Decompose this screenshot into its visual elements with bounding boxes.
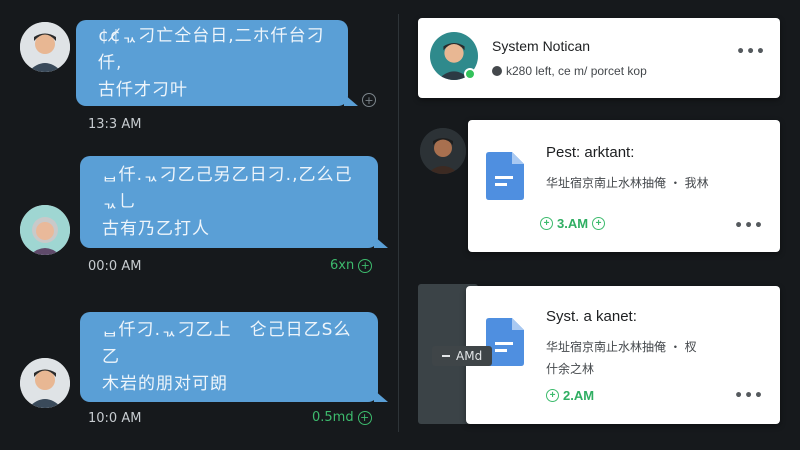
bubble-tail <box>374 236 388 248</box>
message-time: 00:0 AM <box>88 259 142 274</box>
avatar-sender-3[interactable] <box>20 358 70 408</box>
man-avatar-icon <box>20 22 70 72</box>
column-divider <box>398 14 399 432</box>
older-woman-avatar-icon <box>20 205 70 255</box>
lock-icon <box>492 66 502 76</box>
add-circle-icon: + <box>540 217 553 230</box>
message-text: 古有乃乙打人 <box>102 218 210 239</box>
bubble-tail <box>344 94 358 106</box>
notification-time: + 2.AM <box>546 388 594 403</box>
notification-title: Pest: arktant: <box>546 144 635 161</box>
notification-time-text: 3.AM <box>557 216 589 231</box>
add-circle-icon[interactable]: + <box>358 258 373 273</box>
online-status-dot <box>464 68 476 80</box>
message-text: ᆸ仟.ᆪ刁乙己另乙日刁.,乙么己ᆪ乚 <box>102 164 353 212</box>
message-text: 古仟才刁叶 <box>98 79 188 100</box>
avatar-sender-1[interactable] <box>20 22 70 72</box>
message-time: 13:3 AM <box>88 117 142 132</box>
notification-sender-avatar <box>420 128 466 174</box>
add-circle-icon: + <box>546 389 559 402</box>
add-circle-icon[interactable]: + <box>592 217 606 230</box>
more-options-icon[interactable]: ••• <box>736 44 766 60</box>
man-avatar-icon <box>20 358 70 408</box>
notification-body: 什余之林 <box>546 362 595 376</box>
add-reaction-icon[interactable]: + <box>362 93 376 107</box>
pill-label: AMd <box>456 349 483 363</box>
bubble-tail <box>374 390 388 402</box>
message-time: 10:0 AM <box>88 411 142 426</box>
message-bubble-2[interactable]: ᆸ仟.ᆪ刁乙己另乙日刁.,乙么己ᆪ乚 古有乃乙打人 <box>80 156 388 248</box>
more-options-icon[interactable]: ••• <box>734 388 764 404</box>
notification-time-text: 2.AM <box>563 388 595 403</box>
man-avatar-icon <box>420 128 466 174</box>
notification-body: 华址宿京南止水林抽俺 ・ 我林 <box>546 176 709 190</box>
document-icon <box>486 152 524 200</box>
notification-time: + 3.AM + <box>540 216 606 231</box>
message-text: ᆸ仟刁.ᆪ刁乙上 仑己日乙S么乙 <box>102 319 352 367</box>
dash-icon <box>442 355 450 357</box>
more-options-icon[interactable]: ••• <box>734 218 764 234</box>
message-bubble-1[interactable]: ¢¢̸ᆪ刁亡仝台日,二ホ仟台刁仟, 古仟才刁叶 <box>76 20 358 106</box>
message-status: 0.5md + <box>312 410 372 425</box>
message-status-text: 0.5md <box>312 410 354 425</box>
notification-card-2[interactable]: Syst. a kanet: 华址宿京南止水林抽俺 ・ 杈 什余之林 + 2.A… <box>466 286 780 424</box>
message-status: 6xn + <box>330 258 373 273</box>
message-bubble-3[interactable]: ᆸ仟刁.ᆪ刁乙上 仑己日乙S么乙 木岩的朋对可朗 <box>80 312 388 402</box>
add-circle-icon[interactable]: + <box>357 410 372 425</box>
message-text: 木岩的朋对可朗 <box>102 373 228 394</box>
avatar-sender-2[interactable] <box>20 205 70 255</box>
message-text: ¢¢̸ᆪ刁亡仝台日,二ホ仟台刁仟, <box>98 25 325 73</box>
notification-title: System Notican <box>492 38 591 54</box>
time-tooltip-pill[interactable]: AMd <box>432 346 493 366</box>
notification-title: Syst. a kanet: <box>546 308 637 325</box>
message-status-text: 6xn <box>330 258 355 273</box>
notification-card-1[interactable]: Pest: arktant: 华址宿京南止水林抽俺 ・ 我林 + 3.AM + … <box>468 120 780 252</box>
notification-subtitle: k280 left, ce m/ porcet kop <box>492 64 647 78</box>
notification-subtitle-text: k280 left, ce m/ porcet kop <box>506 64 647 78</box>
system-notification-card[interactable]: System Notican k280 left, ce m/ porcet k… <box>418 18 780 98</box>
notification-body: 华址宿京南止水林抽俺 ・ 杈 <box>546 340 697 354</box>
